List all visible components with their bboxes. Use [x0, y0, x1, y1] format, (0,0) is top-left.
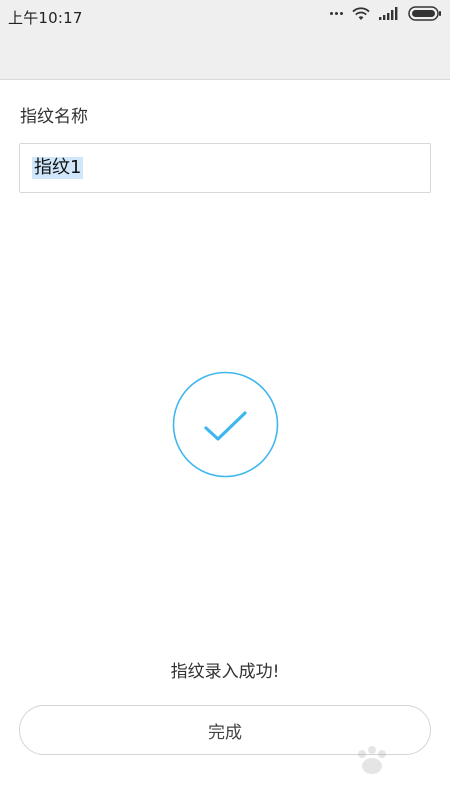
fingerprint-name-value[interactable]: 指纹1 — [32, 157, 84, 179]
more-dots-icon — [330, 12, 343, 15]
fingerprint-name-input[interactable]: 指纹1 — [19, 143, 431, 193]
watermark-logo — [350, 744, 430, 782]
status-icons — [330, 6, 442, 21]
top-bar: 上午10:17 — [0, 0, 450, 80]
check-circle-icon — [172, 371, 279, 478]
success-message: 指纹录入成功! — [170, 662, 280, 682]
signal-icon — [379, 7, 399, 20]
status-time: 上午10:17 — [8, 9, 83, 27]
battery-icon — [408, 6, 442, 21]
fingerprint-name-label: 指纹名称 — [20, 107, 88, 127]
screen: 上午10:17 指纹名称 指纹1 指纹录入成功! 完成 — [0, 0, 450, 800]
wifi-icon — [352, 6, 370, 21]
